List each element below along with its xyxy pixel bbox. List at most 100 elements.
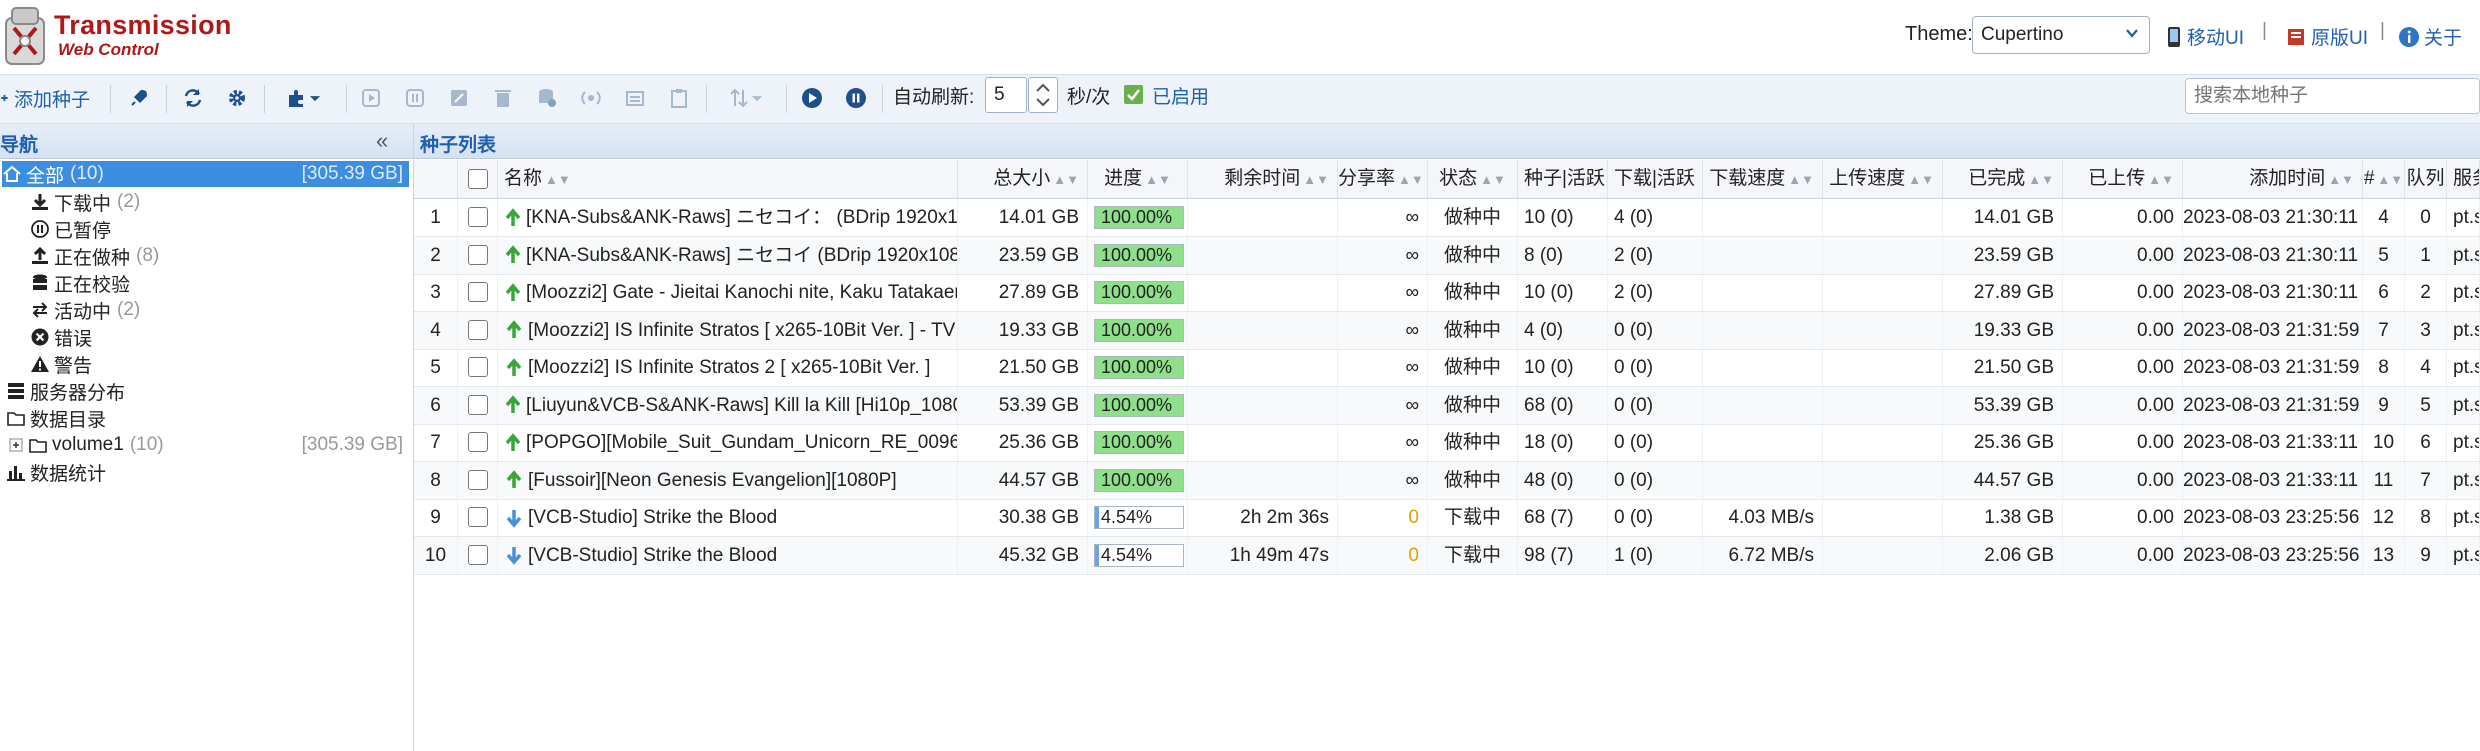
torrent-name-cell[interactable]: [KNA-Subs&ANK-Raws] ニセコイ： (BDrip 1920x10… <box>498 199 958 236</box>
play-outline-icon <box>362 89 380 107</box>
search-input[interactable] <box>2185 78 2480 114</box>
sidebar-item-data-dir[interactable]: 数据目录 <box>6 405 415 431</box>
table-row[interactable]: 10 [VCB-Studio] Strike the Blood 45.32 GB 4… <box>414 536 2480 575</box>
column-header-completed[interactable]: 已完成 ▲▼ <box>1943 160 2063 198</box>
row-checkbox[interactable] <box>468 469 488 490</box>
torrent-name-cell[interactable]: [POPGO][Mobile_Suit_Gundam_Unicorn_RE_00… <box>498 424 958 461</box>
table-row[interactable]: 2 [KNA-Subs&ANK-Raws] ニセコイ (BDrip 1920x10… <box>414 236 2480 275</box>
plugins-menu-button[interactable] <box>276 83 332 113</box>
column-header-name[interactable]: 名称 ▲▼ <box>498 160 958 198</box>
torrent-name-cell[interactable]: [Moozzi2] IS Infinite Stratos 2 [ x265-1… <box>498 349 958 386</box>
row-checkbox[interactable] <box>468 432 488 452</box>
torrent-name-cell[interactable]: [VCB-Studio] Strike the Blood <box>498 536 958 574</box>
column-header-remaining[interactable]: 剩余时间 ▲▼ <box>1188 160 1338 198</box>
sidebar-item-seeding[interactable]: 正在做种 (8) <box>30 243 439 269</box>
mobile-ui-link[interactable]: 移动UI <box>2165 23 2244 50</box>
table-row[interactable]: 7 [POPGO][Mobile_Suit_Gundam_Unicorn_RE_0… <box>414 424 2480 462</box>
row-select[interactable] <box>458 461 498 499</box>
row-checkbox[interactable] <box>468 207 488 227</box>
table-row[interactable]: 1 [KNA-Subs&ANK-Raws] ニセコイ： (BDrip 1920x1… <box>414 199 2480 237</box>
sidebar-item-warning[interactable]: 警告 <box>30 351 439 377</box>
start-button[interactable] <box>356 83 386 113</box>
sidebar-item-paused[interactable]: 已暂停 <box>30 216 439 242</box>
column-header-ratio[interactable]: 分享率 ▲▼ <box>1338 160 1428 198</box>
row-checkbox[interactable] <box>468 357 488 377</box>
column-header-added[interactable]: 添加时间 ▲▼ <box>2183 160 2363 198</box>
theme-select[interactable]: Cupertino <box>1972 16 2150 54</box>
pause-all-torrents-button[interactable] <box>841 83 871 113</box>
column-header-progress[interactable]: 进度 ▲▼ <box>1088 160 1188 198</box>
delete-button[interactable] <box>488 83 518 113</box>
verify-button[interactable] <box>532 83 562 113</box>
row-select[interactable] <box>458 536 498 574</box>
torrent-name: [Fussoir][Neon Genesis Evangelion][1080P… <box>528 469 897 491</box>
copy-button[interactable] <box>664 83 694 113</box>
column-header-size[interactable]: 总大小 ▲▼ <box>958 160 1088 198</box>
column-header-queue[interactable]: 队列 <box>2405 160 2447 198</box>
added-time: 2023-08-03 21:30:11 <box>2183 274 2363 311</box>
row-select[interactable] <box>458 499 498 536</box>
row-select[interactable] <box>458 311 498 349</box>
refresh-button[interactable] <box>178 83 208 113</box>
torrent-name-cell[interactable]: [KNA-Subs&ANK-Raws] ニセコイ (BDrip 1920x108… <box>498 236 958 274</box>
column-header-peers[interactable]: 下载|活跃 <box>1608 160 1703 198</box>
row-checkbox[interactable] <box>468 282 488 302</box>
change-location-button[interactable] <box>620 83 650 113</box>
sidebar-item-servers[interactable]: 服务器分布 <box>6 378 415 404</box>
torrent-name-cell[interactable]: [Liuyun&VCB-S&ANK-Raws] Kill la Kill [Hi… <box>498 386 958 424</box>
column-header-download-speed[interactable]: 下载速度 ▲▼ <box>1703 160 1823 198</box>
edit-button[interactable] <box>444 83 474 113</box>
classic-ui-link[interactable]: 原版UI <box>2285 23 2368 50</box>
table-row[interactable]: 8 [Fussoir][Neon Genesis Evangelion][1080… <box>414 461 2480 500</box>
row-select[interactable] <box>458 236 498 274</box>
row-checkbox[interactable] <box>468 394 488 415</box>
start-all-button[interactable] <box>124 83 154 113</box>
auto-refresh-input[interactable]: 5 <box>985 77 1027 113</box>
sidebar-item-error[interactable]: 错误 <box>30 324 439 350</box>
sidebar-item-checking[interactable]: 正在校验 <box>30 270 439 296</box>
select-all-checkbox[interactable] <box>468 169 488 189</box>
column-header-uploaded[interactable]: 已上传 ▲▼ <box>2063 160 2183 198</box>
row-select[interactable] <box>458 349 498 386</box>
row-index: 1 <box>414 199 458 236</box>
column-header-seeds[interactable]: 种子|活跃 <box>1518 160 1608 198</box>
expand-plus-icon[interactable] <box>8 435 24 455</box>
row-select[interactable] <box>458 199 498 236</box>
queue-menu-button[interactable] <box>718 83 774 113</box>
torrent-name-cell[interactable]: [Fussoir][Neon Genesis Evangelion][1080P… <box>498 461 958 499</box>
row-select[interactable] <box>458 274 498 311</box>
table-row[interactable]: 9 [VCB-Studio] Strike the Blood 30.38 GB 4.… <box>414 499 2480 537</box>
column-header-tracker[interactable]: 服务 <box>2447 160 2480 198</box>
collapse-sidebar-icon[interactable]: « <box>376 128 388 154</box>
sidebar-item-downloading[interactable]: 下载中 (2) <box>30 189 439 215</box>
torrent-name-cell[interactable]: [Moozzi2] Gate - Jieitai Kanochi nite, K… <box>498 274 958 311</box>
sidebar-item-statistics[interactable]: 数据统计 <box>6 459 415 485</box>
row-checkbox[interactable] <box>468 544 488 565</box>
auto-refresh-spinner[interactable] <box>1028 77 1058 113</box>
sidebar-item-all[interactable]: 全部 (10) [305.39 GB] <box>2 161 409 187</box>
row-checkbox[interactable] <box>468 319 488 340</box>
column-header-status[interactable]: 状态 ▲▼ <box>1428 160 1518 198</box>
torrent-name-cell[interactable]: [VCB-Studio] Strike the Blood <box>498 499 958 536</box>
sidebar-item-active[interactable]: 活动中 (2) <box>30 297 439 323</box>
table-row[interactable]: 4 [Moozzi2] IS Infinite Stratos [ x265-10… <box>414 311 2480 350</box>
table-row[interactable]: 3 [Moozzi2] Gate - Jieitai Kanochi nite, … <box>414 274 2480 312</box>
start-all-torrents-button[interactable] <box>797 83 827 113</box>
column-header-number[interactable]: # ▲▼ <box>2363 160 2405 198</box>
torrent-name-cell[interactable]: [Moozzi2] IS Infinite Stratos [ x265-10B… <box>498 311 958 349</box>
column-header-select[interactable] <box>458 160 498 198</box>
table-row[interactable]: 6 [Liuyun&VCB-S&ANK-Raws] Kill la Kill [H… <box>414 386 2480 425</box>
auto-refresh-enabled-checkbox[interactable] <box>1124 85 1143 104</box>
about-link[interactable]: 关于 <box>2398 23 2462 50</box>
add-torrent-button[interactable]: 添加种子 <box>0 83 96 113</box>
column-header-upload-speed[interactable]: 上传速度 ▲▼ <box>1823 160 1943 198</box>
row-select[interactable] <box>458 386 498 424</box>
row-checkbox[interactable] <box>468 244 488 265</box>
reannounce-button[interactable] <box>576 83 606 113</box>
row-checkbox[interactable] <box>468 507 488 527</box>
pause-button[interactable] <box>400 83 430 113</box>
row-select[interactable] <box>458 424 498 461</box>
settings-button[interactable] <box>222 83 252 113</box>
sidebar-item-volume1[interactable]: volume1 (10) [305.39 GB] <box>8 432 409 458</box>
table-row[interactable]: 5 [Moozzi2] IS Infinite Stratos 2 [ x265-… <box>414 349 2480 387</box>
